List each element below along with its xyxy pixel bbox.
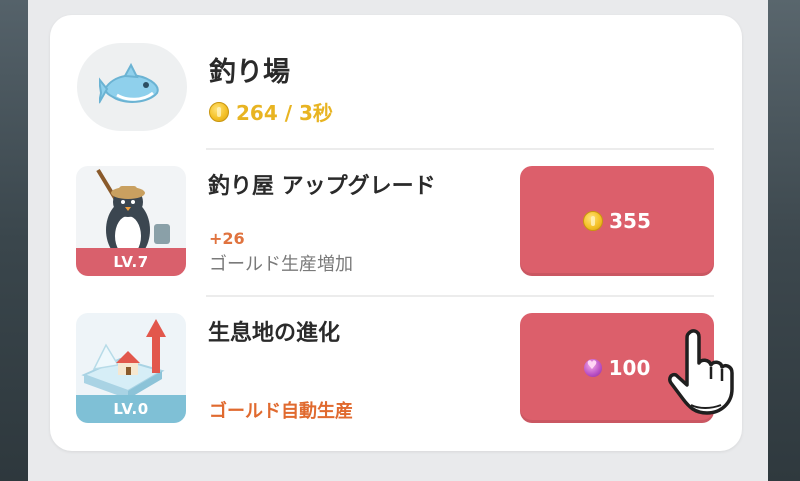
production-rate: 264 / 3秒 bbox=[209, 97, 333, 126]
upgrade-bonus: +26 bbox=[209, 229, 245, 248]
upgrade-description: ゴールド生産増加 bbox=[209, 254, 353, 275]
upgrade-title: 釣り屋 アップグレード bbox=[208, 174, 436, 199]
production-rate-text: 264 / 3秒 bbox=[236, 101, 333, 125]
fish-icon bbox=[99, 62, 159, 104]
level-badge: LV.0 bbox=[76, 395, 186, 423]
background-right bbox=[766, 0, 800, 481]
upgrade-buy-button[interactable]: 355 bbox=[520, 166, 714, 276]
gem-icon bbox=[583, 358, 602, 377]
divider bbox=[206, 295, 714, 297]
coin-icon bbox=[583, 211, 604, 231]
background-left bbox=[0, 0, 30, 481]
evolve-description: ゴールド自動生産 bbox=[209, 401, 353, 422]
level-badge: LV.7 bbox=[76, 248, 186, 276]
facility-avatar bbox=[77, 43, 187, 131]
evolve-thumbnail: LV.0 bbox=[76, 313, 186, 423]
divider bbox=[206, 148, 714, 150]
evolve-title: 生息地の進化 bbox=[208, 321, 341, 346]
coin-icon bbox=[209, 101, 229, 122]
evolve-price: 100 bbox=[608, 356, 651, 380]
upgrade-thumbnail: LV.7 bbox=[76, 166, 186, 276]
pointer-hand-icon bbox=[668, 329, 734, 415]
facility-title: 釣り場 bbox=[209, 57, 290, 88]
upgrade-price: 355 bbox=[609, 209, 651, 233]
